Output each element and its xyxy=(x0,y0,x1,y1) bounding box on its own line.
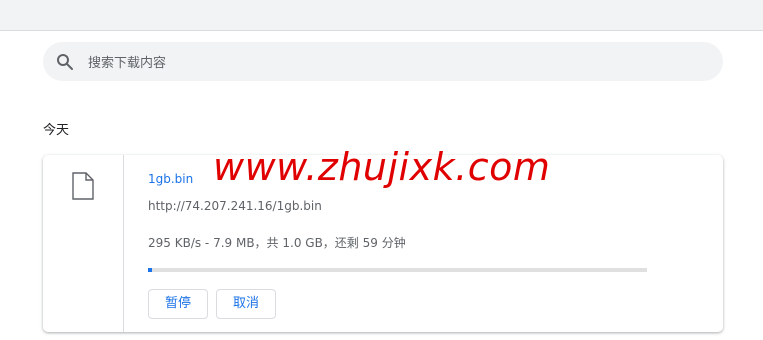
progress-fill xyxy=(148,268,152,272)
file-icon xyxy=(72,172,94,200)
section-heading-today: 今天 xyxy=(43,123,70,138)
watermark-text: www.zhujixk.com xyxy=(213,145,551,189)
progress-bar xyxy=(148,268,647,272)
pause-button[interactable]: 暂停 xyxy=(148,289,208,319)
source-url: http://74.207.241.16/1gb.bin xyxy=(148,199,322,213)
search-bar[interactable]: 搜索下载内容 xyxy=(43,42,723,81)
download-status: 295 KB/s - 7.9 MB，共 1.0 GB，还剩 59 分钟 xyxy=(148,236,406,250)
cancel-button[interactable]: 取消 xyxy=(216,289,276,319)
download-icon-column xyxy=(43,155,124,332)
top-toolbar xyxy=(0,0,763,31)
search-input[interactable]: 搜索下载内容 xyxy=(88,52,166,71)
file-name-link[interactable]: 1gb.bin xyxy=(148,172,193,186)
search-icon[interactable] xyxy=(56,53,74,71)
